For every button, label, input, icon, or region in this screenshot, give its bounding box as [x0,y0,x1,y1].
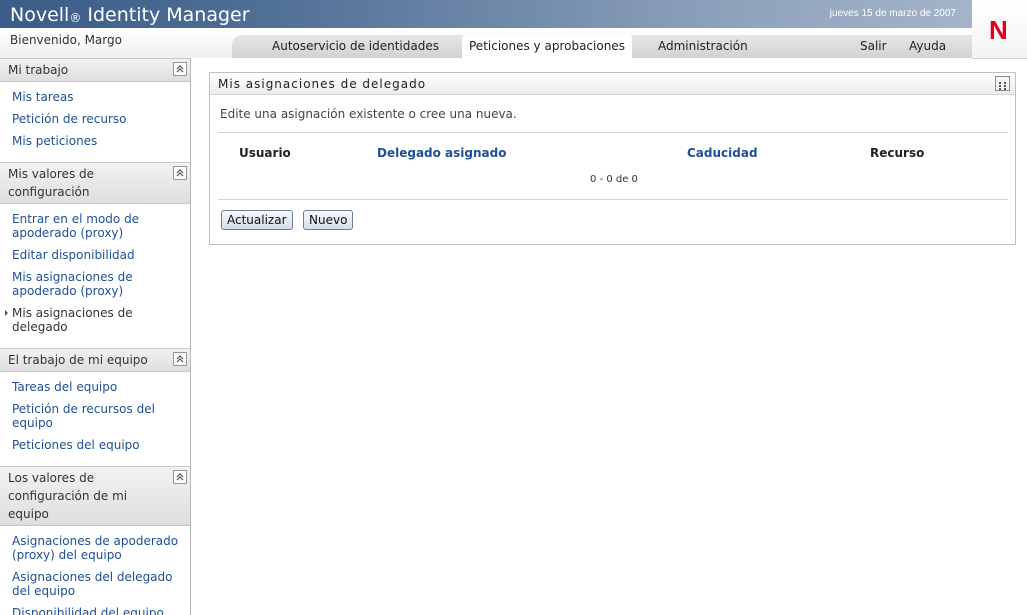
registered-mark: ® [69,11,82,25]
column-header-resource: Recurso [870,146,925,160]
sidebar-item-my-tasks[interactable]: Mis tareas [0,88,190,110]
brand-name: Novell [10,4,70,26]
sidebar-item-team-requests[interactable]: Peticiones del equipo [0,436,190,458]
sidebar-item-my-requests[interactable]: Mis peticiones [0,132,190,154]
sidebar: Mi trabajo Mis tareas Petición de recurs… [0,58,191,615]
novell-logo: N [972,0,1027,59]
column-header-expiration[interactable]: Caducidad [687,146,758,160]
tab-identity-self-service[interactable]: Autoservicio de identidades [272,39,439,53]
sidebar-section-my-work: Mi trabajo [0,58,190,82]
collapse-icon[interactable] [173,470,187,484]
tab-requests-approvals[interactable]: Peticiones y aprobaciones [462,35,632,58]
section-title: El trabajo de mi equipo [8,353,148,367]
header: Novell® Identity Manager jueves 15 de ma… [0,0,1027,59]
collapse-icon[interactable] [173,166,187,180]
panel-title: Mis asignaciones de delegado [218,77,427,91]
sidebar-item-enter-proxy-mode[interactable]: Entrar en el modo de apoderado (proxy) [0,210,190,246]
welcome-text: Bienvenido, Margo [10,33,122,47]
sidebar-item-team-tasks[interactable]: Tareas del equipo [0,378,190,400]
panel-menu-icon[interactable] [995,76,1010,91]
panel-description: Edite una asignación existente o cree un… [220,107,517,121]
collapse-icon[interactable] [173,352,187,366]
collapse-icon[interactable] [173,62,187,76]
sidebar-section-team-settings: Los valores de configuración de mi equip… [0,466,190,526]
divider [218,132,1008,133]
panel-header: Mis asignaciones de delegado [210,73,1015,95]
sidebar-item-my-delegate-assignments[interactable]: Mis asignaciones de delegado [0,304,190,340]
sidebar-list-my-work: Mis tareas Petición de recurso Mis petic… [0,82,190,162]
column-header-user: Usuario [239,146,291,160]
sidebar-item-team-availability[interactable]: Disponibilidad del equipo [0,604,190,615]
novell-logo-icon: N [989,15,1008,45]
app-title: Novell® Identity Manager [10,4,250,26]
column-header-assigned-delegate[interactable]: Delegado asignado [377,146,506,160]
sidebar-list-team-work: Tareas del equipo Petición de recursos d… [0,372,190,466]
pagination-status: 0 - 0 de 0 [590,174,638,185]
welcome-bar: Bienvenido, Margo Autoservicio de identi… [0,28,972,58]
sidebar-list-team-settings: Asignaciones de apoderado (proxy) del eq… [0,526,190,615]
refresh-button[interactable]: Actualizar [221,210,293,230]
sidebar-item-my-proxy-assignments[interactable]: Mis asignaciones de apoderado (proxy) [0,268,190,304]
brand-bar: Novell® Identity Manager jueves 15 de ma… [0,0,972,28]
new-button[interactable]: Nuevo [303,210,354,230]
help-link[interactable]: Ayuda [909,39,946,53]
sidebar-list-my-settings: Entrar en el modo de apoderado (proxy) E… [0,204,190,348]
current-date: jueves 15 de marzo de 2007 [829,8,956,19]
section-title: Mi trabajo [8,63,69,77]
product-name: Identity Manager [87,4,250,26]
delegate-assignments-panel: Mis asignaciones de delegado Edite una a… [209,72,1016,245]
sidebar-item-team-delegate-assignments[interactable]: Asignaciones del delegado del equipo [0,568,190,604]
sidebar-item-edit-availability[interactable]: Editar disponibilidad [0,246,190,268]
logout-link[interactable]: Salir [860,39,887,53]
section-title: Mis valores de configuración [8,167,95,199]
sidebar-item-team-proxy-assignments[interactable]: Asignaciones de apoderado (proxy) del eq… [0,532,190,568]
sidebar-item-resource-request[interactable]: Petición de recurso [0,110,190,132]
sidebar-section-team-work: El trabajo de mi equipo [0,348,190,372]
sidebar-section-my-settings: Mis valores de configuración [0,162,190,204]
main-nav-tabs: Autoservicio de identidades Peticiones y… [232,35,972,58]
section-title: Los valores de configuración de mi equip… [8,471,128,521]
tab-administration[interactable]: Administración [658,39,748,53]
divider [218,199,1008,200]
sidebar-item-team-resource-request[interactable]: Petición de recursos del equipo [0,400,190,436]
